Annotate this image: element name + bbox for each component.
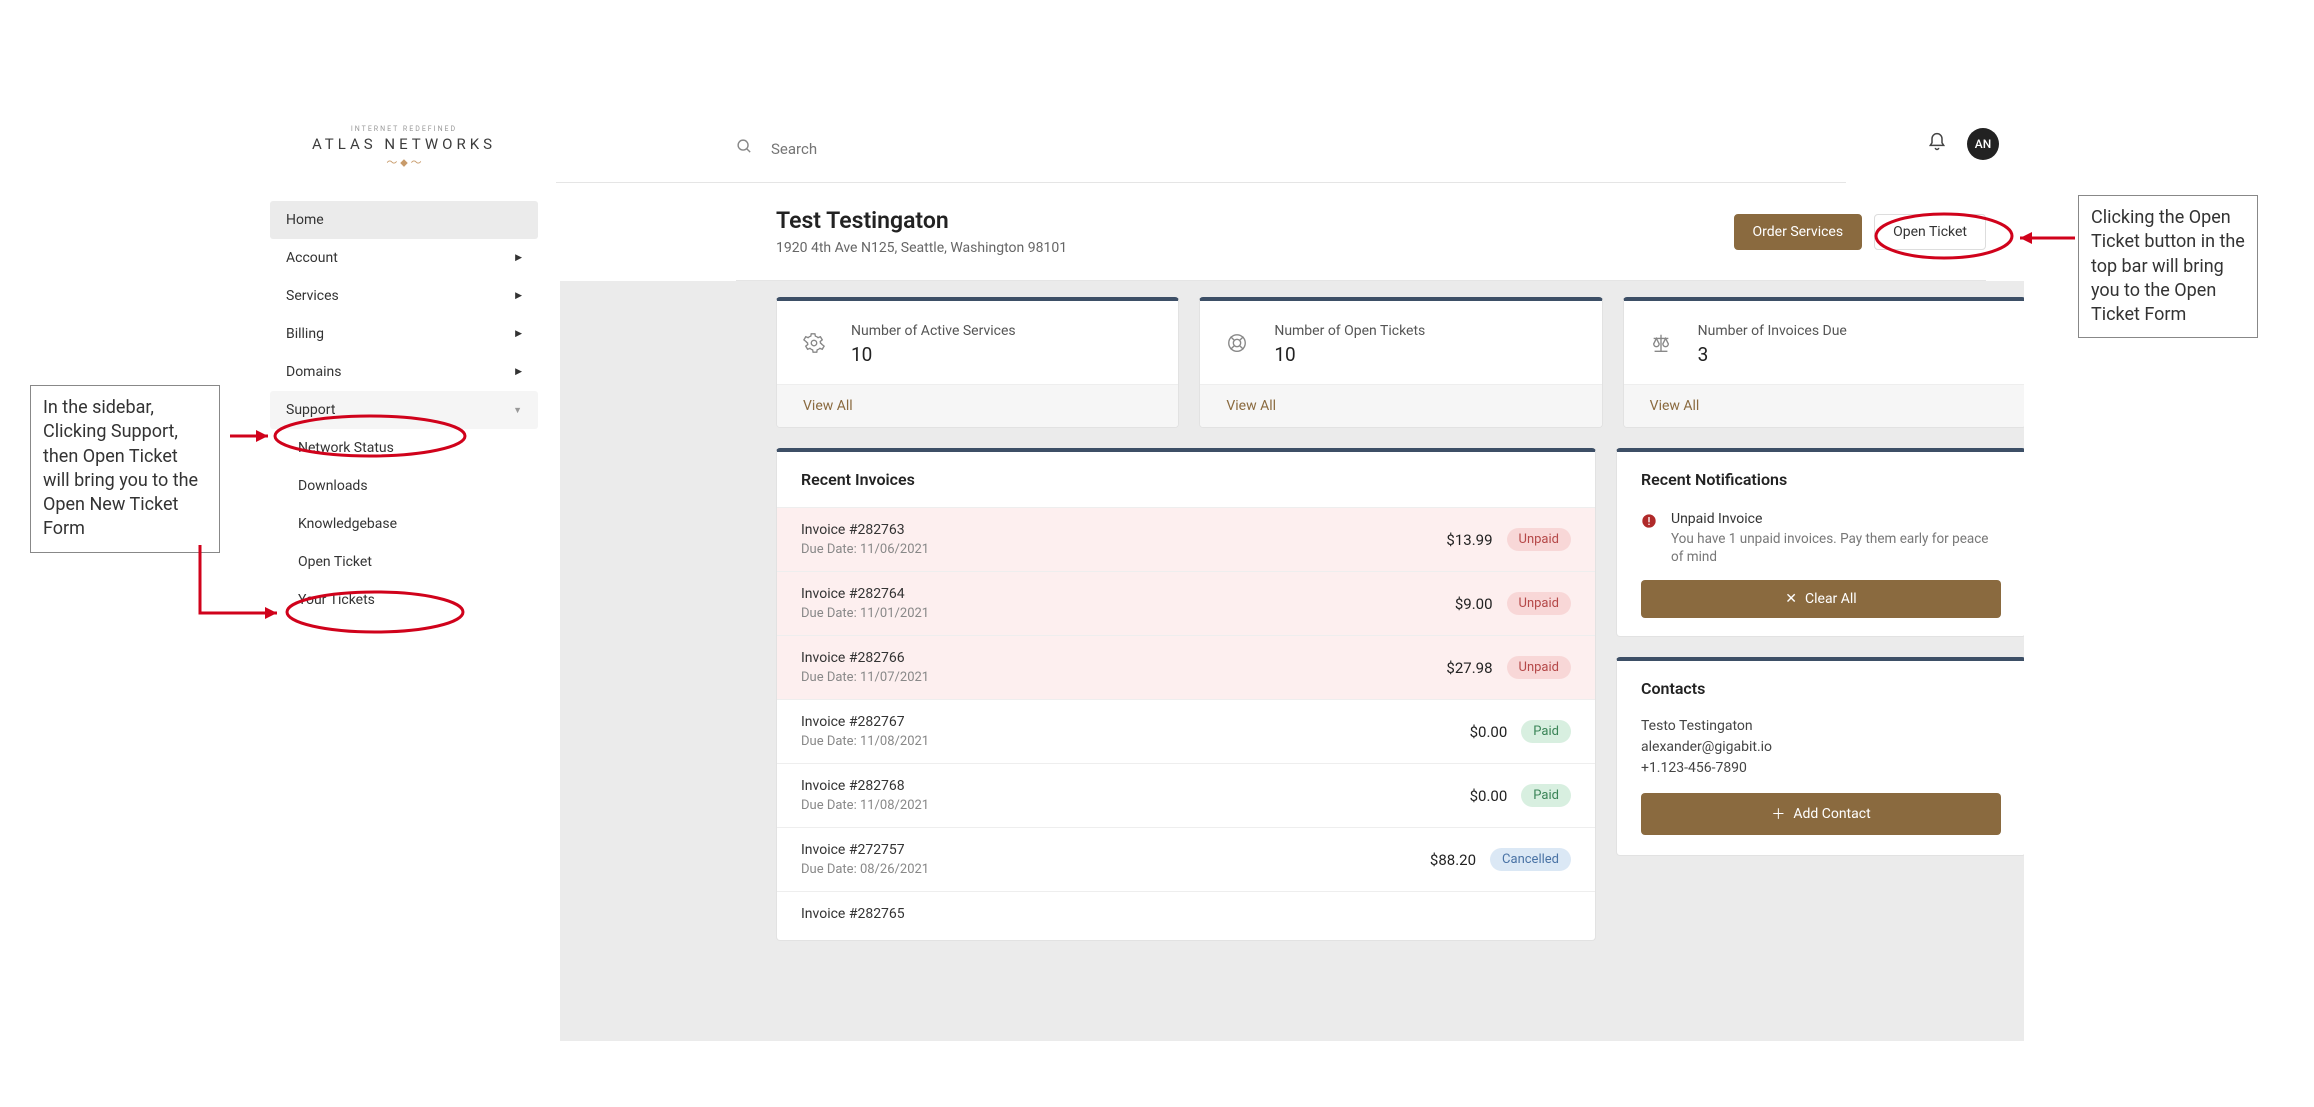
chevron-right-icon: ▶ — [515, 367, 522, 377]
invoice-name: Invoice #282764 — [801, 586, 929, 602]
recent-notifications-heading: Recent Notifications — [1617, 452, 2024, 507]
nav-services[interactable]: Services▶ — [270, 277, 538, 315]
invoice-name: Invoice #282763 — [801, 522, 929, 538]
invoice-amount: $0.00 — [1470, 787, 1508, 805]
stat-open-tickets: Number of Open Tickets10 View All — [1199, 297, 1602, 428]
search-icon — [736, 138, 753, 160]
plus-icon: ＋ — [1771, 804, 1785, 824]
invoice-row[interactable]: Invoice #282764 Due Date: 11/01/2021 $9.00… — [777, 571, 1595, 635]
bell-icon[interactable] — [1927, 132, 1947, 156]
logo: INTERNET REDEFINED ATLAS NETWORKS 〜 ⬥ 〜 — [270, 115, 538, 201]
status-badge: Cancelled — [1490, 848, 1571, 871]
order-services-button[interactable]: Order Services — [1734, 214, 1863, 250]
close-icon: ✕ — [1785, 591, 1797, 607]
nav-downloads[interactable]: Downloads — [270, 467, 538, 505]
nav-domains[interactable]: Domains▶ — [270, 353, 538, 391]
annotation-left: In the sidebar, Clicking Support, then O… — [30, 385, 220, 553]
annotation-right: Clicking the Open Ticket button in the t… — [2078, 195, 2258, 338]
view-all-services[interactable]: View All — [777, 384, 1178, 427]
nav-home[interactable]: Home — [270, 201, 538, 239]
contacts-panel: Contacts Testo Testingaton alexander@gig… — [1616, 657, 2024, 856]
invoice-amount: $0.00 — [1470, 723, 1508, 741]
status-badge: Unpaid — [1507, 656, 1571, 679]
alert-icon — [1641, 511, 1657, 566]
status-badge: Paid — [1521, 720, 1571, 743]
contact-email: alexander@gigabit.io — [1641, 737, 2001, 758]
contact-name: Testo Testingaton — [1641, 716, 2001, 737]
recent-invoices-panel: Recent Invoices Invoice #282763 Due Date:… — [776, 448, 1596, 941]
sidebar: INTERNET REDEFINED ATLAS NETWORKS 〜 ⬥ 〜 … — [270, 115, 538, 619]
invoice-row[interactable]: Invoice #282766 Due Date: 11/07/2021 $27.9… — [777, 635, 1595, 699]
page-subtitle: 1920 4th Ave N125, Seattle, Washington 9… — [776, 240, 1067, 256]
contacts-heading: Contacts — [1617, 661, 2024, 716]
status-badge: Unpaid — [1507, 592, 1571, 615]
stat-invoices-due: Number of Invoices Due3 View All — [1623, 297, 2024, 428]
nav-your-tickets[interactable]: Your Tickets — [270, 581, 538, 619]
nav-billing[interactable]: Billing▶ — [270, 315, 538, 353]
invoice-amount: $88.20 — [1430, 851, 1476, 869]
view-all-invoices[interactable]: View All — [1624, 384, 2024, 427]
invoice-due: Due Date: 11/08/2021 — [801, 734, 929, 749]
invoice-row[interactable]: Invoice #272757 Due Date: 08/26/2021 $88.2… — [777, 827, 1595, 891]
invoice-due: Due Date: 08/26/2021 — [801, 862, 929, 877]
recent-notifications-panel: Recent Notifications Unpaid Invoice You … — [1616, 448, 2024, 637]
chevron-right-icon: ▶ — [515, 291, 522, 301]
topbar: AN Test Testingaton 1920 4th Ave N125, S… — [560, 0, 2025, 1041]
search-input[interactable] — [771, 140, 1846, 158]
gear-icon — [803, 332, 825, 358]
contact-phone: +1.123-456-7890 — [1641, 758, 2001, 779]
page-title: Test Testingaton — [776, 207, 1067, 234]
invoice-due: Due Date: 11/06/2021 — [801, 542, 929, 557]
nav-support[interactable]: Support▼ — [270, 391, 538, 429]
nav-knowledgebase[interactable]: Knowledgebase — [270, 505, 538, 543]
invoice-amount: $27.98 — [1446, 659, 1492, 677]
invoice-amount: $13.99 — [1446, 531, 1492, 549]
nav-open-ticket[interactable]: Open Ticket — [270, 543, 538, 581]
invoice-name: Invoice #282767 — [801, 714, 929, 730]
invoice-row[interactable]: Invoice #282765 — [777, 891, 1595, 940]
invoice-name: Invoice #282768 — [801, 778, 929, 794]
status-badge: Unpaid — [1507, 528, 1571, 551]
chevron-down-icon: ▼ — [513, 405, 522, 416]
invoice-row[interactable]: Invoice #282767 Due Date: 11/08/2021 $0.00… — [777, 699, 1595, 763]
chevron-right-icon: ▶ — [515, 253, 522, 263]
notification-item: Unpaid Invoice You have 1 unpaid invoice… — [1641, 507, 2001, 580]
nav-network-status[interactable]: Network Status — [270, 429, 538, 467]
invoice-row[interactable]: Invoice #282768 Due Date: 11/08/2021 $0.00… — [777, 763, 1595, 827]
view-all-tickets[interactable]: View All — [1200, 384, 1601, 427]
avatar[interactable]: AN — [1967, 128, 1999, 160]
invoice-name: Invoice #282765 — [801, 906, 905, 922]
stat-active-services: Number of Active Services10 View All — [776, 297, 1179, 428]
add-contact-button[interactable]: ＋ Add Contact — [1641, 793, 2001, 835]
open-ticket-button[interactable]: Open Ticket — [1874, 214, 1986, 250]
invoice-due: Due Date: 11/08/2021 — [801, 798, 929, 813]
nav-account[interactable]: Account▶ — [270, 239, 538, 277]
scale-icon — [1650, 332, 1672, 358]
clear-notifications-button[interactable]: ✕ Clear All — [1641, 580, 2001, 618]
invoice-due: Due Date: 11/07/2021 — [801, 670, 929, 685]
invoice-name: Invoice #282766 — [801, 650, 929, 666]
invoice-row[interactable]: Invoice #282763 Due Date: 11/06/2021 $13.9… — [777, 507, 1595, 571]
life-ring-icon — [1226, 332, 1248, 358]
chevron-right-icon: ▶ — [515, 329, 522, 339]
recent-invoices-heading: Recent Invoices — [777, 452, 1595, 507]
invoice-name: Invoice #272757 — [801, 842, 929, 858]
invoice-amount: $9.00 — [1455, 595, 1493, 613]
invoice-due: Due Date: 11/01/2021 — [801, 606, 929, 621]
main: Number of Active Services10 View All Num… — [560, 281, 2024, 1041]
status-badge: Paid — [1521, 784, 1571, 807]
